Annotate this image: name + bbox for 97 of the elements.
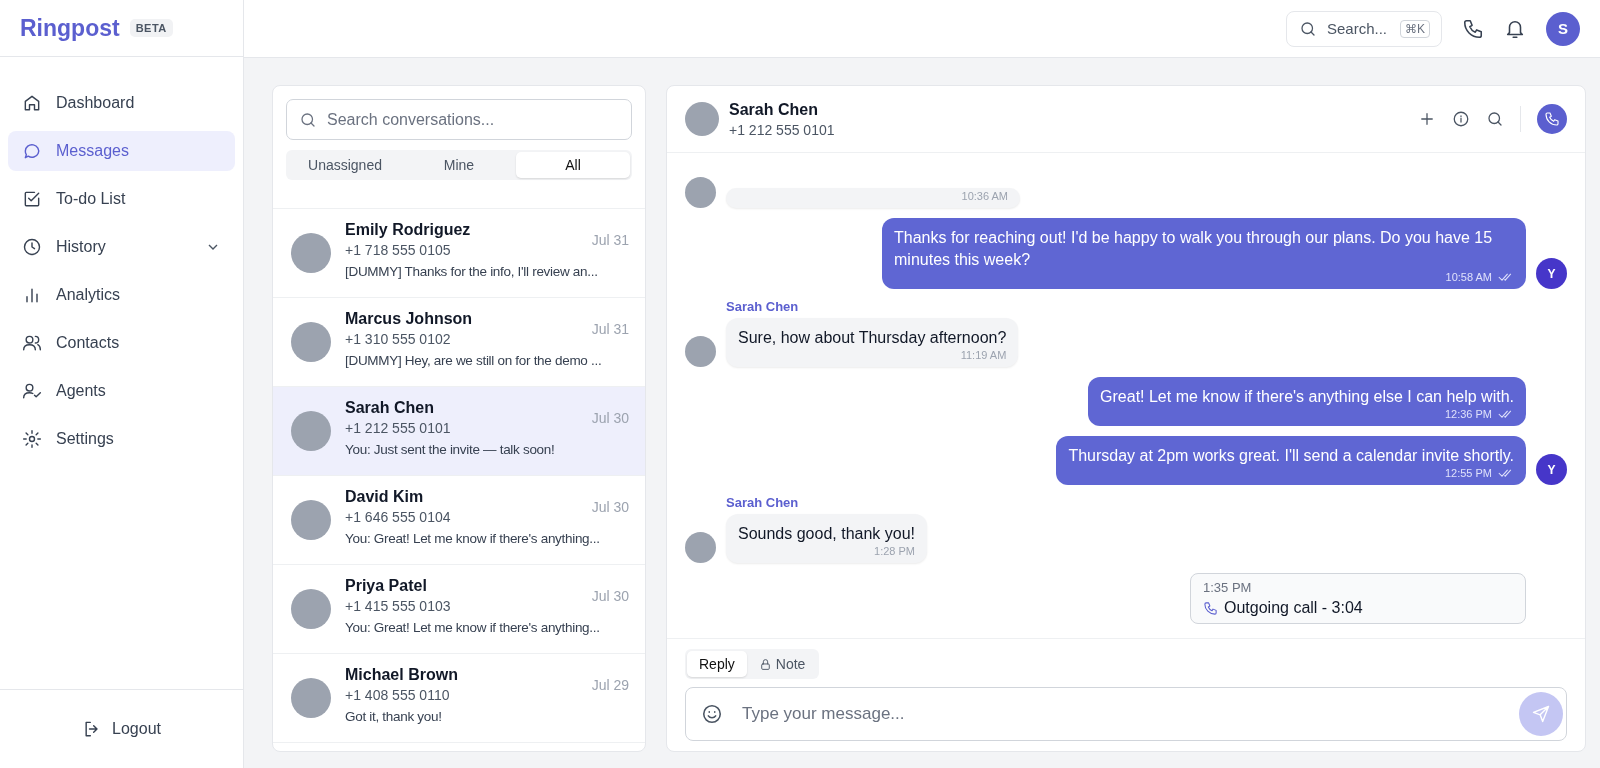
checkbox-icon [22,189,42,209]
person-check-icon [22,381,42,401]
contact-name: Sarah Chen [729,100,819,119]
message-preview: You: Great! Let me know if there's anything... [345,620,601,635]
house-icon [22,93,42,113]
message-preview: You: Great! Let me know if there's anything... [345,531,601,546]
plus-icon[interactable] [1418,110,1436,128]
conversation-item[interactable]: Emily Rodriguez +1 718 555 0105 Jul 31 [DUMMY] Thanks for the info, I'll review an... [273,209,645,298]
conversation-item[interactable]: David Kim +1 646 555 0104 Jul 30 You: Great! Let me know if there's anything... [273,476,645,565]
user-avatar[interactable]: S [1546,11,1580,46]
conversation-date: Jul 31 [591,231,629,248]
phone-icon[interactable] [1462,17,1484,40]
message-text: Sure, how about Thursday afternoon? [738,328,1007,348]
photo-placeholder [291,411,331,451]
user-avatar: Y [1536,258,1567,289]
photo-placeholder [291,589,331,629]
message-preview: Got it, thank you! [345,709,443,724]
nav-item[interactable]: To-do List [8,179,235,219]
logout-button[interactable]: Logout [76,713,167,745]
people-icon [22,333,42,353]
photo-placeholder [291,233,331,273]
contact-name: Marcus Johnson [345,310,474,328]
nav-item[interactable]: History [8,227,235,267]
filter-tab[interactable]: Unassigned [288,152,402,178]
message-time: 10:36 AM [961,190,1008,202]
composer-tab[interactable]: Reply [687,651,747,677]
conversation-date: Jul 30 [591,587,629,604]
speech-bubble-icon [22,141,42,161]
filter-tab[interactable]: All [516,152,630,178]
conversation-date: Jul 30 [591,498,629,515]
photo-placeholder [291,322,331,362]
send-icon [1531,704,1551,724]
message-text: Thanks for reaching out! I'd be happy to walk you through our plans. Do you have 15 minutes this week? [894,228,1494,270]
nav-item[interactable]: Analytics [8,275,235,315]
composer-tab[interactable]: Note [746,651,818,677]
photo-placeholder [685,336,716,367]
contact-name: Priya Patel [345,577,428,595]
message-text: Thursday at 2pm works great. I'll send a calendar invite shortly. [1068,446,1514,466]
message-time: 12:55 PM [1444,467,1492,479]
contact-name: Michael Brown [345,666,459,684]
nav-item[interactable]: Dashboard [8,83,235,123]
phone-number: +1 408 555 0110 [345,687,451,703]
search-icon[interactable] [1486,110,1504,128]
contact-name: Sarah Chen [345,399,435,417]
contact-name: Emily Rodriguez [345,221,472,239]
brand-name[interactable]: Ringpost [20,14,120,42]
settings-icon [22,429,42,449]
message-time: 1:28 PM [874,545,916,557]
smiley-icon[interactable] [701,703,723,725]
phone-number: +1 310 555 0102 [345,331,452,347]
message-field[interactable]: Type your message... [685,687,1567,741]
photo-placeholder [291,678,331,718]
photo-placeholder [685,102,719,136]
message-time: 12:36 PM [1444,408,1492,420]
nav-item[interactable]: Messages [8,131,235,171]
photo-placeholder [685,177,716,208]
sender-name: Sarah Chen [726,495,800,510]
clock-icon [22,237,42,257]
search-icon [299,111,317,129]
phone-number: +1 212 555 0101 [345,420,452,436]
user-avatar: Y [1536,454,1567,485]
message-time: 11:19 AM [960,349,1007,361]
conversation-date: Jul 30 [591,409,629,426]
phone-number: +1 415 555 0103 [345,598,452,614]
call-button[interactable] [1537,104,1567,134]
shortcut-hint: ⌘K [1400,19,1430,38]
message-preview: You: Just sent the invite — talk soon! [345,442,556,457]
info-icon[interactable] [1452,110,1470,128]
nav-item[interactable]: Settings [8,419,235,459]
phone-number: +1 718 555 0105 [345,242,452,258]
phone-number: +1 646 555 0104 [345,509,452,525]
photo-placeholder [685,532,716,563]
conversation-item[interactable]: Sarah Chen +1 212 555 0101 Jul 30 You: Just sent the invite — talk soon! [273,387,645,476]
conversation-item[interactable]: Priya Patel +1 415 555 0103 Jul 30 You: Great! Let me know if there's anything... [273,565,645,654]
conversation-item[interactable]: Michael Brown +1 408 555 0110 Jul 29 Got it, thank you! [273,654,645,743]
phone-icon [1544,111,1560,127]
phone-number: +1 212 555 0101 [729,121,836,138]
message-preview: [DUMMY] Hey, are we still on for the demo ... [345,353,603,368]
nav-item[interactable]: Agents [8,371,235,411]
lock-icon [758,657,772,671]
filter-tab[interactable]: Mine [402,152,516,178]
contact-name: David Kim [345,488,425,506]
search-icon [1299,19,1317,38]
beta-badge: BETA [129,19,173,37]
message-time: 10:58 AM [1445,271,1492,283]
message-text: Great! Let me know if there's anything else I can help with. [1100,387,1514,407]
conversation-search-field[interactable]: Search conversations... [286,99,632,140]
conversation-date: Jul 31 [591,320,629,337]
call-time: 1:35 PM [1203,580,1253,595]
photo-placeholder [291,500,331,540]
phone-icon [1203,600,1218,616]
message-preview: [DUMMY] Thanks for the info, I'll review an... [345,264,599,279]
conversation-date: Jul 29 [591,676,629,693]
message-text: Sounds good, thank you! [738,524,916,544]
nav-item[interactable]: Contacts [8,323,235,363]
call-summary: Outgoing call - 3:04 [1224,599,1363,617]
sender-name: Sarah Chen [726,299,800,314]
